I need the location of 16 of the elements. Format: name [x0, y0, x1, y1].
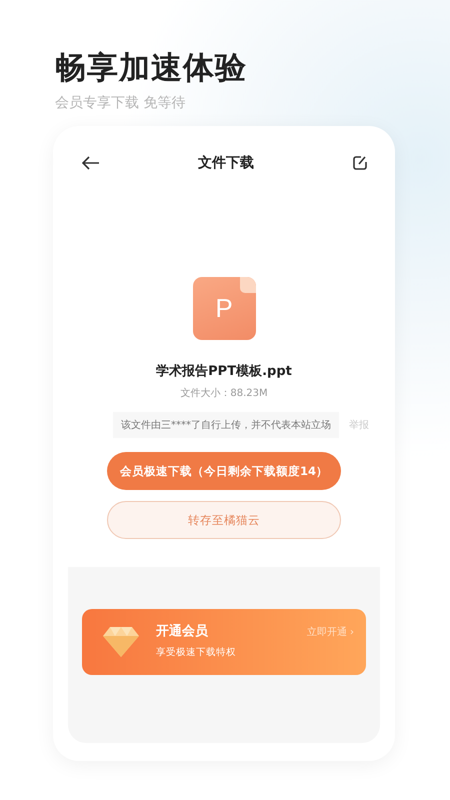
save-to-cloud-button[interactable]: 转存至橘猫云: [107, 501, 341, 539]
membership-banner[interactable]: 开通会员 享受极速下载特权 立即开通 ›: [82, 609, 366, 675]
banner-title: 开通会员: [156, 623, 209, 640]
diamond-icon: [102, 626, 140, 658]
banner-subtitle: 享受极速下载特权: [156, 646, 237, 659]
open-membership-link[interactable]: 立即开通 ›: [306, 625, 354, 639]
headline: 畅享加速体验: [55, 49, 247, 88]
back-icon[interactable]: [82, 156, 100, 170]
file-size: 文件大小：88.23M: [180, 386, 268, 400]
download-button[interactable]: 会员极速下载（今日剩余下载额度14）: [107, 452, 341, 490]
screen-title: 文件下载: [198, 154, 254, 172]
subheadline: 会员专享下载 免等待: [55, 94, 186, 112]
uploader-notice: 该文件由三****了自行上传，并不代表本站立场: [113, 412, 339, 438]
file-name: 学术报告PPT模板.ppt: [156, 362, 292, 380]
file-icon: P: [192, 277, 256, 340]
edit-icon[interactable]: [352, 155, 368, 171]
